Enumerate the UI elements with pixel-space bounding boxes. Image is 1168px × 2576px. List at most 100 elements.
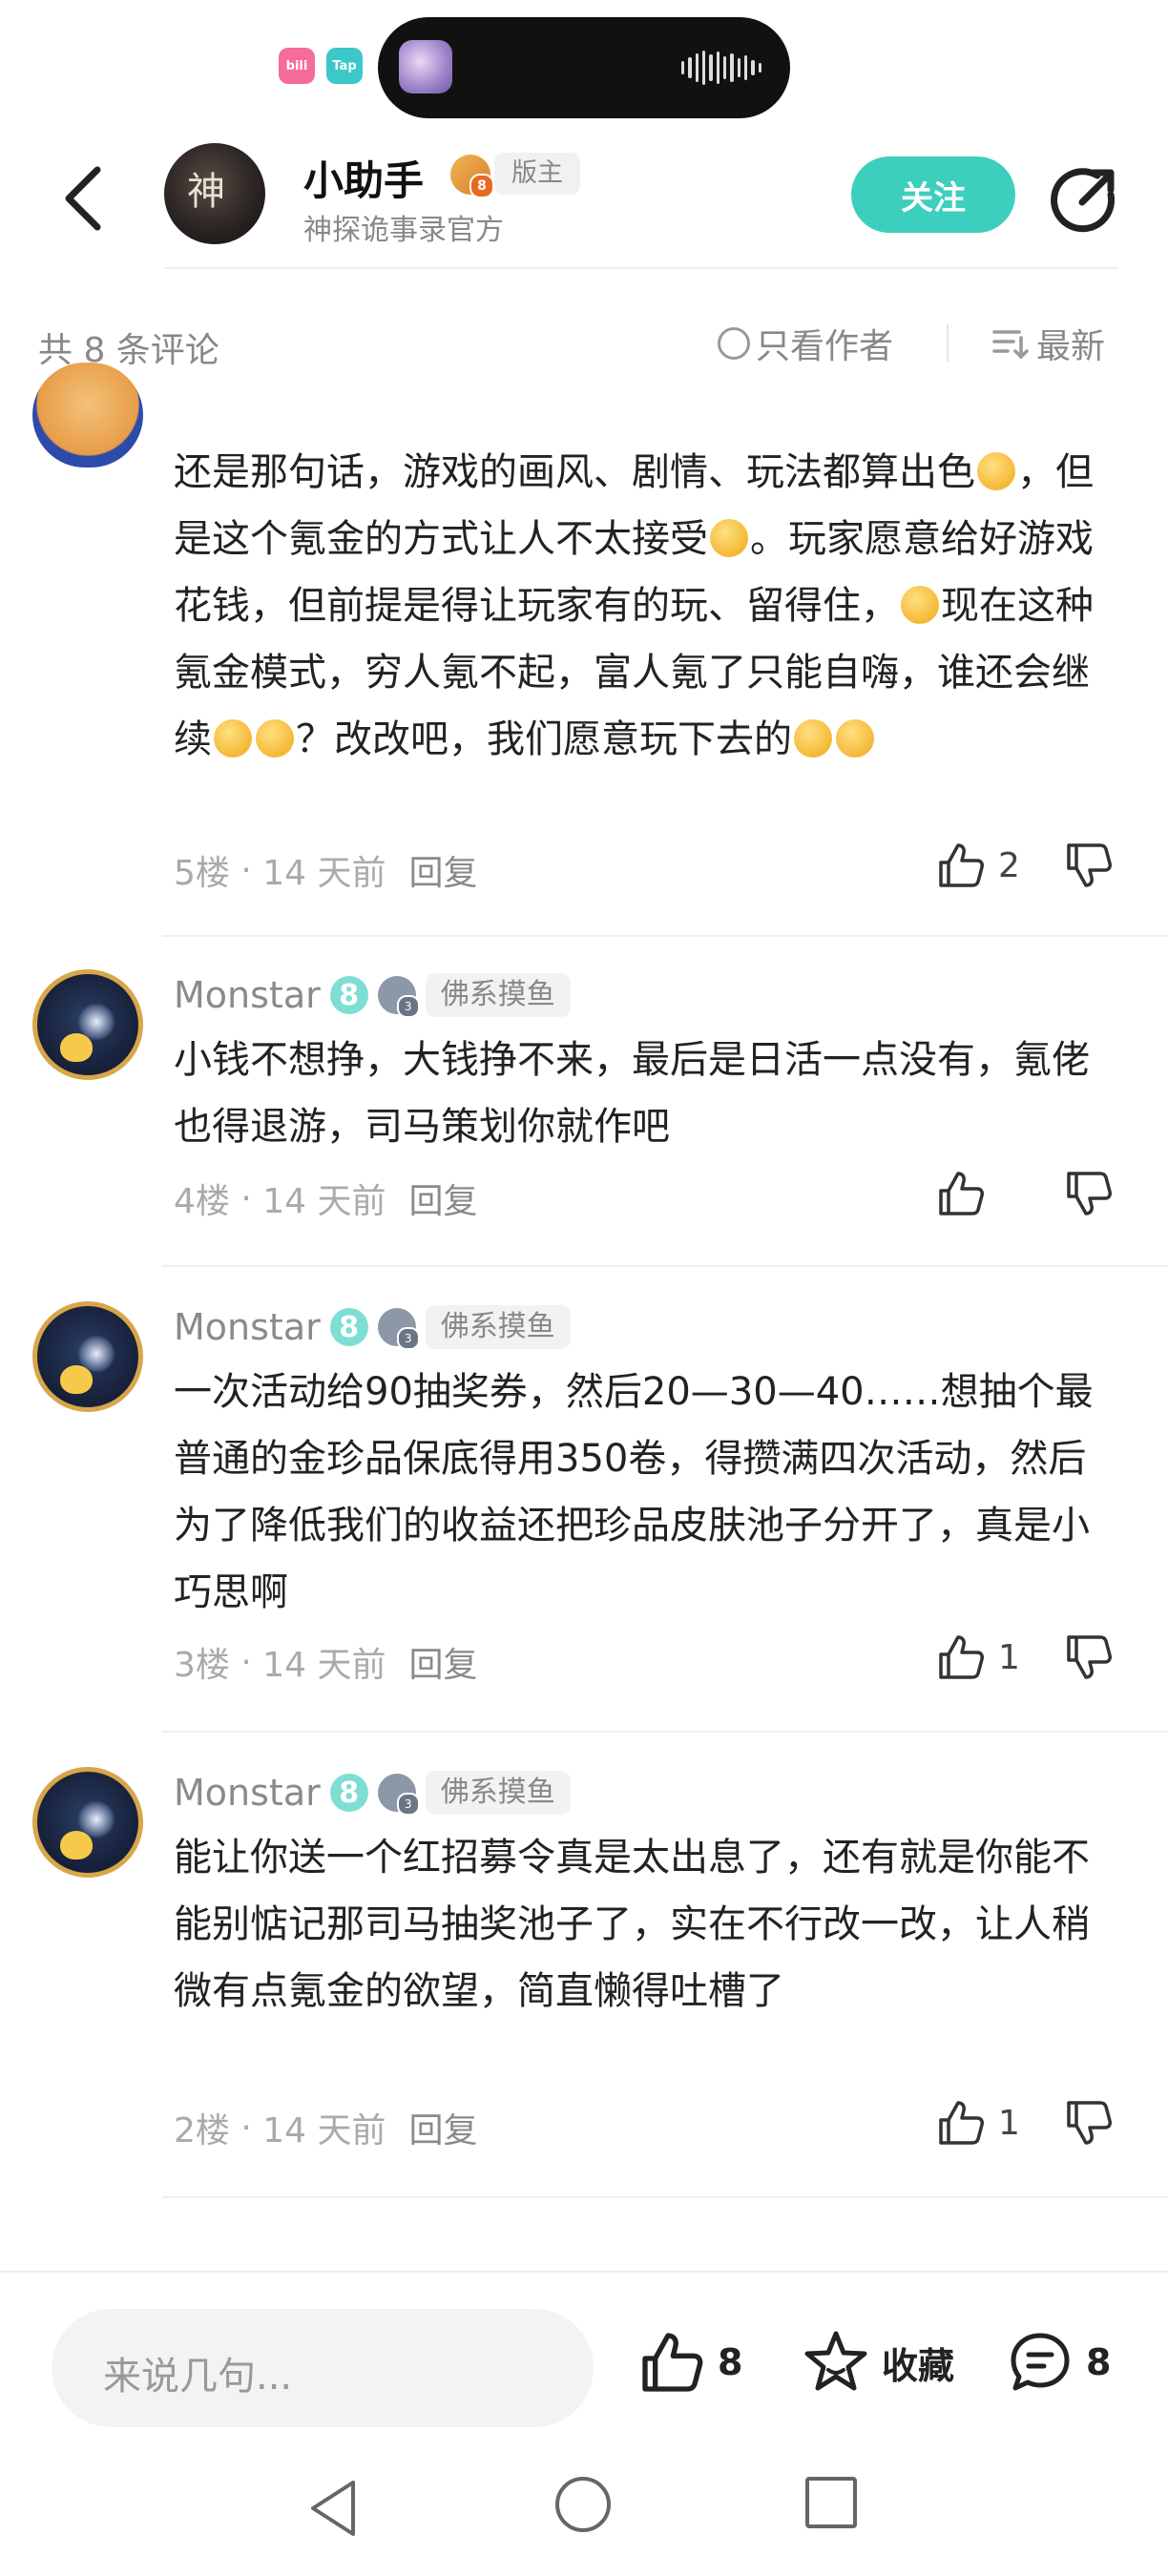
favorite-button[interactable]: 收藏 — [802, 2328, 954, 2397]
audio-wave-icon — [681, 50, 761, 86]
comment-meta: 5楼 · 14 天前 回复 — [174, 845, 478, 895]
user-tag: 佛系摸鱼 — [425, 1305, 571, 1349]
commenter-avatar[interactable] — [32, 969, 143, 1080]
comment-text: 一次活动给90抽奖券，然后20—30—40……想抽个最普通的金珍品保底得用350… — [174, 1370, 1094, 1614]
emoji-icon — [901, 586, 939, 624]
comment-divider — [162, 935, 1168, 937]
thumbs-down-icon[interactable] — [1063, 1168, 1115, 1219]
comment-count: 共 8 条评论 — [38, 331, 219, 370]
follow-button[interactable]: 关注 — [851, 156, 1015, 233]
comment-actions — [935, 1168, 1115, 1219]
comment-divider — [162, 1265, 1168, 1267]
author-level-badge: 8 — [450, 155, 494, 198]
floor-number: 5楼 — [174, 854, 230, 893]
reply-button[interactable]: 回复 — [409, 845, 478, 895]
comment-text: 还是那句话，游戏的画风、剧情、玩法都算出色 ，但是这个氪金的方式让人不太接受 。玩家… — [174, 450, 1094, 761]
comment-actions: 2 — [935, 840, 1115, 891]
thumbs-up-icon[interactable] — [935, 840, 987, 891]
comment-user: Monstar 8 3 佛系摸鱼 — [174, 1771, 571, 1816]
level-badge: 8 — [329, 1774, 368, 1812]
comment-divider — [162, 2196, 1168, 2198]
title-badge-icon: 3 — [377, 1308, 420, 1350]
bottom-action-bar: 来说几句... 8 收藏 8 — [0, 2271, 1168, 2454]
comment-time: 14 天前 — [262, 854, 386, 893]
nav-back-icon[interactable] — [305, 2477, 363, 2540]
dynamic-island[interactable] — [378, 17, 790, 118]
commenter-name[interactable]: Monstar — [174, 1306, 321, 1348]
role-chip: 版主 — [494, 153, 580, 195]
commenter-name[interactable]: Monstar — [174, 974, 321, 1016]
comment-actions: 1 — [935, 2097, 1115, 2149]
comment-actions: 1 — [935, 1631, 1115, 1683]
circle-icon — [718, 327, 750, 360]
level-badge: 8 — [329, 1308, 368, 1346]
comment-meta: 4楼 · 14 天前 回复 — [174, 1174, 478, 1223]
comment-time: 14 天前 — [262, 2111, 386, 2150]
level-badge: 8 — [329, 976, 368, 1014]
comment-icon — [1011, 2333, 1070, 2391]
status-bar: bili Tap — [0, 0, 1168, 124]
like-count: 1 — [998, 2103, 1020, 2143]
like-count: 2 — [998, 845, 1020, 885]
user-tag: 佛系摸鱼 — [425, 973, 571, 1017]
floor-number: 2楼 — [174, 2111, 230, 2150]
thumbs-down-icon[interactable] — [1063, 840, 1115, 891]
comment-filter-bar: 共 8 条评论 只看作者 最新 — [0, 305, 1168, 382]
emoji-icon — [256, 719, 294, 758]
nav-recents-icon[interactable] — [805, 2477, 857, 2528]
user-tag: 佛系摸鱼 — [425, 1771, 571, 1815]
filter-separator — [947, 324, 949, 363]
sort-toggle[interactable]: 最新 — [991, 319, 1105, 368]
commenter-avatar[interactable] — [32, 1767, 143, 1878]
author-avatar[interactable]: 神 — [164, 143, 265, 244]
reply-button[interactable]: 回复 — [409, 1637, 478, 1687]
thumbs-up-icon[interactable] — [935, 1168, 987, 1219]
comment-text: 能让你送一个红招募令真是太出息了，还有就是你能不能别惦记那司马抽奖池子了，实在不… — [174, 1836, 1090, 2013]
comment-input[interactable]: 来说几句... — [52, 2309, 594, 2427]
commenter-avatar[interactable] — [32, 363, 143, 467]
now-playing-avatar — [399, 40, 452, 93]
comment-time: 14 天前 — [262, 1646, 386, 1685]
thumbs-up-icon[interactable] — [935, 2097, 987, 2149]
star-icon — [804, 2331, 867, 2391]
author-only-label: 只看作者 — [756, 327, 894, 366]
sort-label: 最新 — [1036, 327, 1106, 366]
commenter-avatar[interactable] — [32, 1301, 143, 1412]
reply-button[interactable]: 回复 — [409, 1174, 478, 1223]
author-name[interactable]: 小助手 — [303, 149, 424, 207]
post-header: 神 小助手 8 版主 神探诡事录官方 关注 — [0, 124, 1168, 269]
system-nav-bar — [0, 2452, 1168, 2576]
post-like-count: 8 — [718, 2341, 743, 2383]
reply-button[interactable]: 回复 — [409, 2103, 478, 2152]
comment-time: 14 天前 — [262, 1182, 386, 1221]
comment-count-button[interactable]: 8 — [1006, 2328, 1111, 2397]
comment-user: Monstar 8 3 佛系摸鱼 — [174, 1305, 571, 1350]
header-divider — [164, 267, 1118, 269]
share-icon[interactable] — [1050, 164, 1120, 235]
post-like-button[interactable]: 8 — [637, 2328, 742, 2397]
nav-home-icon[interactable] — [555, 2477, 611, 2532]
comment-divider — [162, 1731, 1168, 1733]
thumbs-down-icon[interactable] — [1063, 2097, 1115, 2149]
emoji-icon — [214, 719, 252, 758]
like-count: 1 — [998, 1637, 1020, 1677]
author-subtitle: 神探诡事录官方 — [303, 214, 504, 247]
thumbs-down-icon[interactable] — [1063, 1631, 1115, 1683]
author-only-toggle[interactable]: 只看作者 — [718, 319, 893, 368]
comment-meta: 2楼 · 14 天前 回复 — [174, 2103, 478, 2152]
floor-number: 3楼 — [174, 1646, 230, 1685]
title-badge-icon: 3 — [377, 976, 420, 1018]
favorite-label: 收藏 — [882, 2344, 955, 2387]
emoji-icon — [710, 519, 748, 557]
emoji-icon — [977, 452, 1015, 490]
commenter-name[interactable]: Monstar — [174, 1772, 321, 1814]
thumbs-up-icon[interactable] — [935, 1631, 987, 1683]
thumbs-up-icon — [642, 2333, 703, 2392]
comment-text: 小钱不想挣，大钱挣不来，最后是日活一点没有，氪佬也得退游，司马策划你就作吧 — [174, 1038, 1090, 1149]
tap-app-icon: Tap — [326, 48, 363, 84]
comment-count-label: 8 — [1086, 2341, 1112, 2383]
emoji-icon — [836, 719, 874, 758]
bilibili-app-icon: bili — [279, 48, 315, 84]
back-icon[interactable] — [57, 162, 111, 235]
comment-user: Monstar 8 3 佛系摸鱼 — [174, 973, 571, 1018]
